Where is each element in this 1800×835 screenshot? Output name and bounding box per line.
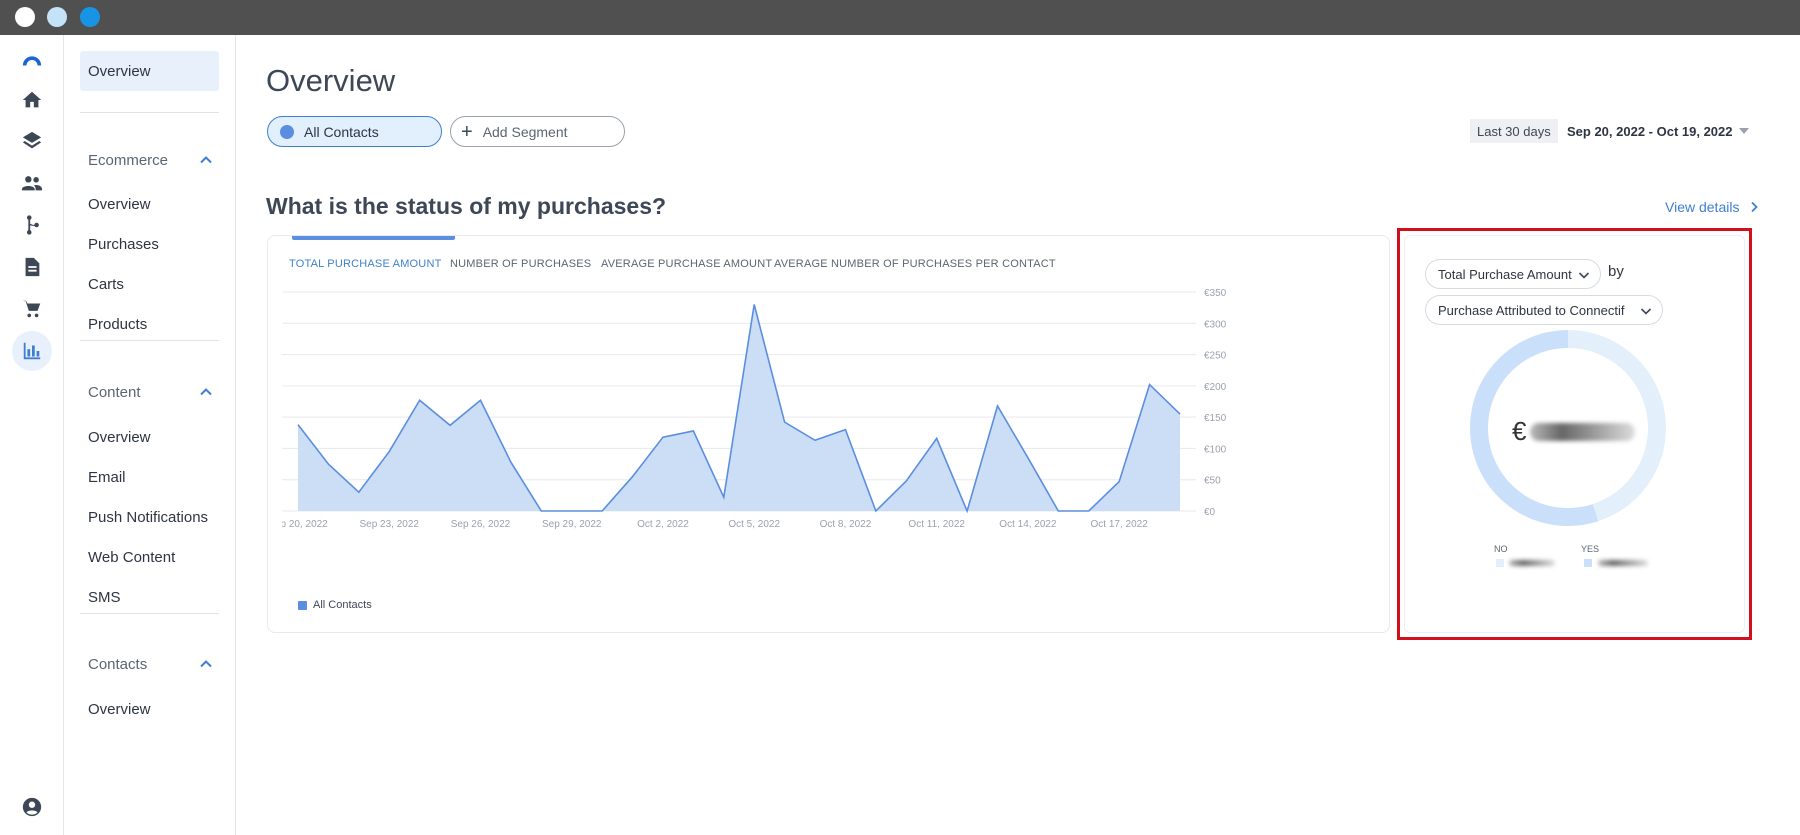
logo-icon[interactable] <box>12 40 52 80</box>
nav-item-overview[interactable]: Overview <box>80 51 219 91</box>
chevron-right-icon <box>1751 201 1759 213</box>
x-tick-label: Sep 29, 2022 <box>542 519 602 530</box>
donut-center-currency: € <box>1512 416 1527 446</box>
nav-divider <box>80 112 219 113</box>
bar-chart-icon[interactable] <box>12 331 52 371</box>
view-details-label: View details <box>1665 199 1740 215</box>
area-chart: €0€50€100€150€200€250€300€350Sep 20, 202… <box>268 288 1227 532</box>
date-range-picker[interactable]: Sep 20, 2022 - Oct 19, 2022 <box>1567 119 1733 143</box>
window-maximize-button[interactable] <box>80 7 100 27</box>
add-segment-label: Add Segment <box>482 123 568 140</box>
y-tick-label: €150 <box>1204 413 1227 424</box>
window-titlebar <box>0 0 1800 35</box>
segment-all-contacts[interactable]: All Contacts <box>267 116 442 147</box>
x-tick-label: Sep 26, 2022 <box>451 519 511 530</box>
cart-icon[interactable] <box>12 289 52 329</box>
plus-icon: + <box>461 120 473 143</box>
donut-legend-no: NO <box>1494 544 1508 554</box>
donut-legend-value-redacted <box>1598 560 1648 566</box>
breakdown-card: Total Purchase Amount by Purchase Attrib… <box>1404 235 1745 633</box>
purchases-chart-card: TOTAL PURCHASE AMOUNT NUMBER OF PURCHASE… <box>267 235 1390 633</box>
y-tick-label: €100 <box>1204 444 1227 455</box>
date-range-preset[interactable]: Last 30 days <box>1470 119 1558 143</box>
nav-item-carts[interactable]: Carts <box>80 264 219 304</box>
nav-group-label: Contacts <box>88 655 148 673</box>
chevron-up-icon <box>200 660 212 668</box>
window-minimize-button[interactable] <box>47 7 67 27</box>
nav-item-purchases[interactable]: Purchases <box>80 224 219 264</box>
main-content: Overview All Contacts + Add Segment Last… <box>237 35 1800 835</box>
secondary-nav: Overview Ecommerce Overview Purchases Ca… <box>64 35 236 835</box>
nav-item-products[interactable]: Products <box>80 304 219 344</box>
donut-legend-value-redacted <box>1509 560 1555 566</box>
donut-legend-swatch-yes <box>1584 559 1592 567</box>
y-tick-label: €350 <box>1204 288 1227 299</box>
legend-label: All Contacts <box>313 599 372 611</box>
segment-label: All Contacts <box>304 123 379 140</box>
donut-legend-swatch-no <box>1496 559 1504 567</box>
nav-group-label: Ecommerce <box>88 151 169 169</box>
axis-mask <box>268 516 282 532</box>
nav-group-contacts[interactable]: Contacts <box>80 649 219 679</box>
home-icon[interactable] <box>12 80 52 120</box>
y-tick-label: €250 <box>1204 351 1227 362</box>
donut-center-value-redacted <box>1530 423 1635 441</box>
legend-swatch <box>298 600 307 610</box>
y-tick-label: €200 <box>1204 382 1227 393</box>
donut-legend-yes: YES <box>1581 544 1600 554</box>
segment-color-dot <box>280 124 294 139</box>
nav-item-content-overview[interactable]: Overview <box>80 417 219 457</box>
x-tick-label: Oct 17, 2022 <box>1091 519 1149 530</box>
document-icon[interactable] <box>12 247 52 287</box>
breakdown-panel: Total Purchase Amount by Purchase Attrib… <box>1397 228 1752 640</box>
nav-item-web-content[interactable]: Web Content <box>80 537 219 577</box>
y-tick-label: €50 <box>1204 476 1221 487</box>
icon-rail <box>0 35 64 835</box>
x-tick-label: Oct 8, 2022 <box>820 519 872 530</box>
account-icon[interactable] <box>12 787 52 827</box>
layers-icon[interactable] <box>12 121 52 161</box>
nav-divider <box>80 613 219 614</box>
y-tick-label: €0 <box>1204 507 1216 518</box>
nav-divider <box>80 340 219 341</box>
page-title: Overview <box>266 63 396 98</box>
nav-item-push-notifications[interactable]: Push Notifications <box>80 497 219 537</box>
nav-item-email[interactable]: Email <box>80 457 219 497</box>
nav-item-ecommerce-overview[interactable]: Overview <box>80 184 219 224</box>
nav-group-ecommerce[interactable]: Ecommerce <box>80 145 219 175</box>
flow-icon[interactable] <box>12 205 52 245</box>
x-tick-label: Sep 23, 2022 <box>359 519 419 530</box>
caret-down-icon[interactable] <box>1739 128 1749 134</box>
y-tick-label: €300 <box>1204 319 1227 330</box>
people-icon[interactable] <box>12 163 52 203</box>
chevron-up-icon <box>200 388 212 396</box>
window-close-button[interactable] <box>15 7 35 27</box>
x-tick-label: Oct 2, 2022 <box>637 519 689 530</box>
nav-group-content[interactable]: Content <box>80 377 219 407</box>
x-tick-label: Oct 5, 2022 <box>728 519 780 530</box>
add-segment-button[interactable]: + Add Segment <box>450 116 625 147</box>
section-title: What is the status of my purchases? <box>266 193 667 219</box>
chart-legend: All Contacts <box>298 599 372 611</box>
x-tick-label: Oct 14, 2022 <box>999 519 1057 530</box>
nav-item-contacts-overview[interactable]: Overview <box>80 689 219 729</box>
view-details-link[interactable]: View details <box>1665 199 1759 215</box>
nav-item-sms[interactable]: SMS <box>80 577 219 617</box>
chevron-up-icon <box>200 156 212 164</box>
x-tick-label: Oct 11, 2022 <box>908 519 965 530</box>
nav-group-label: Content <box>88 383 141 401</box>
